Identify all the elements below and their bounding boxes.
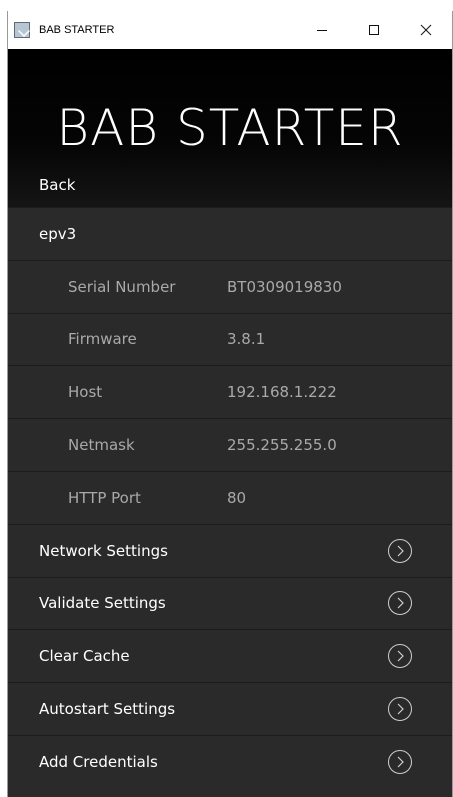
add-credentials-button[interactable]: Add Credentials [8,734,452,788]
window-controls [296,11,452,49]
info-value: 192.168.1.222 [227,383,337,402]
chevron-circle-right-icon [388,697,412,722]
chevron-circle-right-icon [388,644,412,669]
chevron-circle-right-icon [388,591,412,616]
info-label: Netmask [68,436,135,455]
info-value: 255.255.255.0 [227,436,337,455]
info-row-serial-number: Serial Number BT0309019830 [8,259,452,313]
minimize-button[interactable] [296,11,348,49]
close-icon [420,24,432,36]
info-row-firmware: Firmware 3.8.1 [8,312,452,366]
window-title: BAB STARTER [39,24,115,36]
info-value: BT0309019830 [227,277,342,296]
info-value: 80 [227,488,247,507]
clear-cache-button[interactable]: Clear Cache [8,629,452,682]
info-label: Host [68,383,103,402]
validate-settings-button[interactable]: Validate Settings [8,576,452,630]
action-label: Clear Cache [39,647,130,666]
action-label: Add Credentials [39,752,158,771]
title-bar[interactable]: BAB STARTER [8,11,452,49]
maximize-icon [369,25,379,35]
info-label: Serial Number [68,277,176,296]
info-row-netmask: Netmask 255.255.255.0 [8,418,452,471]
device-name: epv3 [39,224,77,243]
minimize-icon [317,30,327,31]
device-row[interactable]: epv3 [8,207,452,260]
brand-title: BAB STARTER [56,99,404,157]
app-icon [14,22,30,38]
info-value: 3.8.1 [227,330,266,349]
chevron-circle-right-icon [388,749,412,774]
info-label: Firmware [68,330,137,349]
info-row-http-port: HTTP Port 80 [8,470,452,524]
action-label: Network Settings [39,541,168,560]
network-settings-button[interactable]: Network Settings [8,523,452,577]
header: BAB STARTER Back [8,49,452,207]
back-button[interactable]: Back [39,176,75,194]
info-label: HTTP Port [68,488,141,507]
maximize-button[interactable] [348,11,400,49]
action-label: Validate Settings [39,594,166,613]
info-row-host: Host 192.168.1.222 [8,365,452,418]
chevron-circle-right-icon [388,538,412,563]
close-button[interactable] [400,11,452,49]
settings-list: epv3 Serial Number BT0309019830 Firmware… [8,207,452,788]
app-window: BAB STARTER BAB STARTER Back epv3 Serial… [7,11,453,797]
action-label: Autostart Settings [39,700,176,719]
autostart-settings-button[interactable]: Autostart Settings [8,682,452,735]
